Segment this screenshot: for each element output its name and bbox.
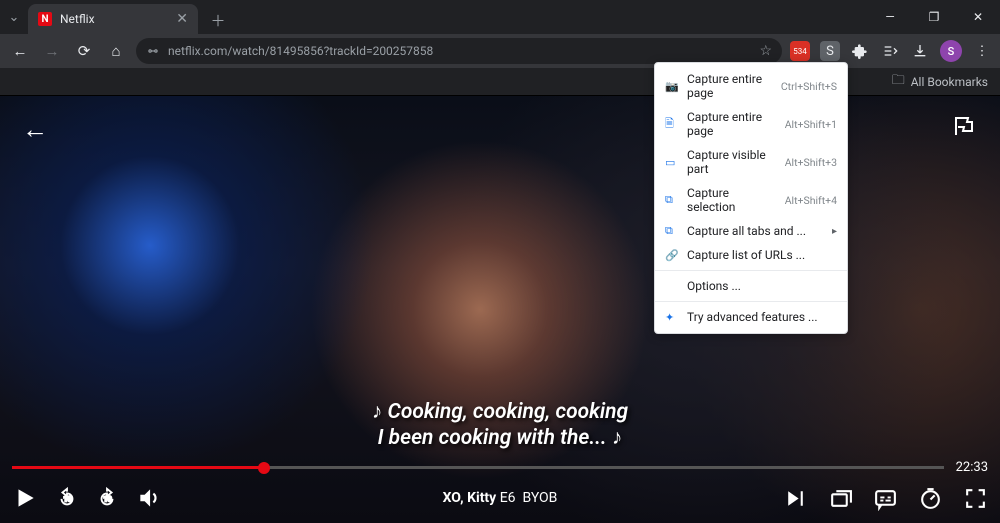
subtitles-button[interactable] [873,486,898,511]
subtitle-text: ♪ Cooking, cooking, cooking I been cooki… [0,399,1000,452]
volume-button[interactable] [136,485,162,511]
forward-10-button[interactable]: 10 [96,487,118,509]
folder-icon: 🗀 [892,71,905,93]
address-bar[interactable]: netflix.com/watch/81495856?trackId=20025… [136,38,782,64]
downloads-icon[interactable] [910,41,930,61]
rocket-icon: ✦ [665,311,679,324]
media-control-icon[interactable] [880,41,900,61]
progress-fill [12,466,264,469]
tab-title: Netflix [60,12,168,26]
profile-avatar[interactable]: S [940,40,962,62]
link-icon: 🔗 [665,249,679,262]
minimize-button[interactable]: ― [868,0,912,34]
extensions-puzzle-icon[interactable] [850,41,870,61]
extension-icon-screenshot[interactable]: S [820,41,840,61]
episode-title: XO, Kitty E6 BYOB [443,490,558,506]
menu-separator [655,301,847,302]
selection-icon: ⧉ [665,193,679,207]
extension-dropdown-menu: 📷Capture entire pageCtrl+Shift+S 🗎Captur… [654,62,848,334]
tab-search-chevron[interactable]: ⌄ [0,0,28,34]
flag-report-button[interactable] [952,114,976,142]
site-info-icon[interactable] [146,44,160,58]
play-button[interactable] [12,485,38,511]
player-back-button[interactable]: ← [22,114,48,145]
menu-capture-urls[interactable]: 🔗Capture list of URLs ... [655,243,847,267]
maximize-button[interactable]: ❐ [912,0,956,34]
next-episode-button[interactable] [783,486,808,511]
netflix-favicon: N [38,12,52,26]
forward-button[interactable]: → [40,39,64,63]
tabs-icon: ⧉ [665,224,679,238]
bookmark-star-icon[interactable]: ☆ [759,43,772,59]
video-frame [0,96,1000,523]
progress-bar[interactable] [12,466,944,469]
page-icon: 🗎 [665,115,679,134]
svg-text:10: 10 [103,495,111,504]
all-bookmarks-link[interactable]: All Bookmarks [911,75,988,89]
submenu-arrow-icon: ▸ [832,226,837,237]
menu-capture-all-tabs[interactable]: ⧉Capture all tabs and ...▸ [655,219,847,243]
back-10-button[interactable]: 10 [56,487,78,509]
close-tab-icon[interactable]: ✕ [176,11,188,27]
back-button[interactable]: ← [8,39,32,63]
close-window-button[interactable]: ✕ [956,0,1000,34]
browser-menu-icon[interactable]: ⋮ [972,41,992,61]
fullscreen-button[interactable] [963,486,988,511]
extension-icon-1[interactable]: 534 [790,41,810,61]
time-remaining: 22:33 [956,460,988,475]
menu-separator [655,270,847,271]
episodes-button[interactable] [828,486,853,511]
camera-icon: 📷 [665,80,679,93]
menu-capture-entire-page-2[interactable]: 🗎Capture entire pageAlt+Shift+1 [655,105,847,143]
progress-thumb[interactable] [258,462,270,474]
reload-button[interactable]: ⟳ [72,39,96,63]
home-button[interactable]: ⌂ [104,39,128,63]
menu-capture-entire-page-1[interactable]: 📷Capture entire pageCtrl+Shift+S [655,67,847,105]
svg-text:10: 10 [63,495,71,504]
playback-speed-button[interactable] [918,486,943,511]
url-text: netflix.com/watch/81495856?trackId=20025… [168,44,751,58]
menu-try-advanced[interactable]: ✦Try advanced features ... [655,305,847,329]
menu-options[interactable]: Options ... [655,274,847,298]
viewport-icon: ▭ [665,156,679,169]
menu-capture-selection[interactable]: ⧉Capture selectionAlt+Shift+4 [655,181,847,219]
new-tab-button[interactable]: ＋ [204,6,232,34]
browser-tab[interactable]: N Netflix ✕ [28,4,198,34]
video-player[interactable]: ← ♪ Cooking, cooking, cooking I been coo… [0,96,1000,523]
menu-capture-visible[interactable]: ▭Capture visible partAlt+Shift+3 [655,143,847,181]
